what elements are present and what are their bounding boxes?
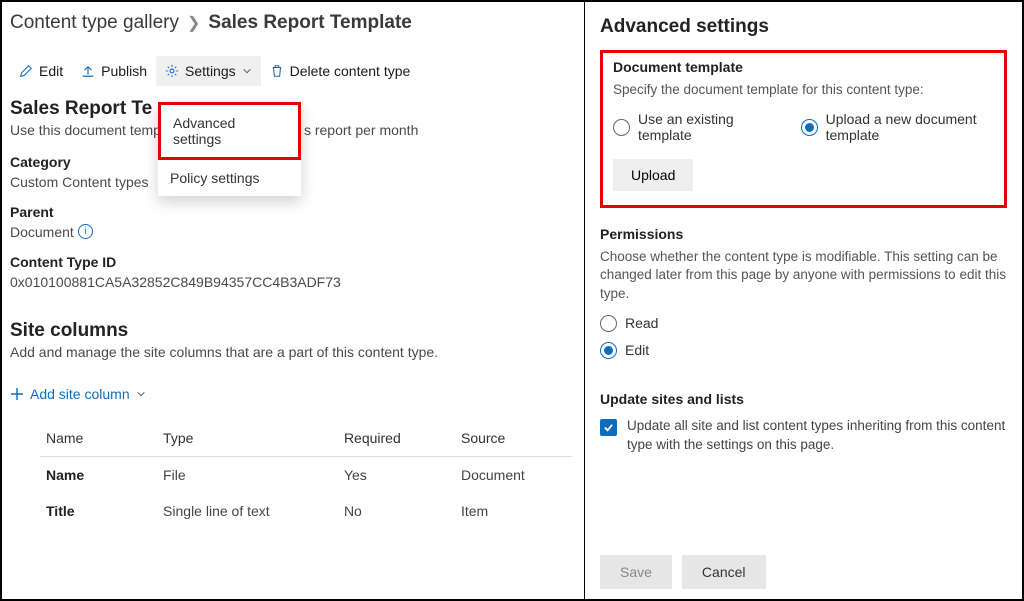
checkbox-update-sites[interactable]: Update all site and list content types i… xyxy=(600,417,1007,455)
radio-read[interactable]: Read xyxy=(600,315,1007,332)
menu-policy-settings[interactable]: Policy settings xyxy=(158,160,301,196)
publish-icon xyxy=(81,64,95,78)
breadcrumb-parent[interactable]: Content type gallery xyxy=(10,12,179,34)
col-name[interactable]: Name xyxy=(40,420,157,457)
breadcrumb-current: Sales Report Template xyxy=(208,12,411,34)
parent-label: Parent xyxy=(10,204,576,220)
publish-button[interactable]: Publish xyxy=(72,56,156,86)
permissions-section: Permissions Choose whether the content t… xyxy=(600,226,1007,369)
col-source[interactable]: Source xyxy=(455,420,572,457)
chevron-down-icon xyxy=(242,66,252,76)
checkmark-icon xyxy=(600,419,617,436)
radio-icon xyxy=(801,119,818,136)
add-site-column-button[interactable]: Add site column xyxy=(10,380,576,408)
chevron-right-icon: ❯ xyxy=(187,13,200,33)
col-type[interactable]: Type xyxy=(157,420,338,457)
edit-icon xyxy=(19,64,33,78)
delete-button[interactable]: Delete content type xyxy=(261,56,420,86)
permissions-heading: Permissions xyxy=(600,226,1007,242)
gear-icon xyxy=(165,64,179,78)
table-row[interactable]: Name File Yes Document xyxy=(40,457,572,494)
site-columns-desc: Add and manage the site columns that are… xyxy=(10,344,576,360)
update-heading: Update sites and lists xyxy=(600,391,1007,407)
save-button[interactable]: Save xyxy=(600,555,672,589)
doc-template-desc: Specify the document template for this c… xyxy=(613,81,994,99)
radio-upload-template[interactable]: Upload a new document template xyxy=(801,111,994,143)
cancel-button[interactable]: Cancel xyxy=(682,555,766,589)
ctid-value: 0x010100881CA5A32852C849B94357CC4B3ADF73 xyxy=(10,274,576,290)
command-bar: Edit Publish Settings Delete content typ… xyxy=(10,56,576,86)
update-section: Update sites and lists Update all site a… xyxy=(600,391,1007,455)
panel-title: Advanced settings xyxy=(600,16,1007,38)
menu-advanced-settings[interactable]: Advanced settings xyxy=(158,102,301,160)
document-template-section: Document template Specify the document t… xyxy=(600,50,1007,208)
radio-icon xyxy=(613,119,630,136)
parent-value: Documenti xyxy=(10,224,576,240)
upload-button[interactable]: Upload xyxy=(613,159,693,191)
doc-template-heading: Document template xyxy=(613,59,994,75)
radio-icon xyxy=(600,315,617,332)
radio-icon xyxy=(600,342,617,359)
col-required[interactable]: Required xyxy=(338,420,455,457)
settings-dropdown: Advanced settings Policy settings xyxy=(158,102,301,196)
main-panel: Content type gallery ❯ Sales Report Temp… xyxy=(2,2,584,599)
side-panel: Advanced settings Document template Spec… xyxy=(584,2,1022,599)
delete-icon xyxy=(270,64,284,78)
settings-button[interactable]: Settings xyxy=(156,56,261,86)
edit-button[interactable]: Edit xyxy=(10,56,72,86)
ctid-label: Content Type ID xyxy=(10,254,576,270)
chevron-down-icon xyxy=(136,389,146,399)
info-icon[interactable]: i xyxy=(78,224,93,239)
radio-edit[interactable]: Edit xyxy=(600,342,1007,359)
breadcrumb: Content type gallery ❯ Sales Report Temp… xyxy=(10,12,576,34)
permissions-desc: Choose whether the content type is modif… xyxy=(600,248,1007,303)
panel-footer: Save Cancel xyxy=(600,555,1007,593)
site-columns-table: Name Type Required Source Name File Yes … xyxy=(40,420,572,529)
radio-existing-template[interactable]: Use an existing template xyxy=(613,111,761,143)
site-columns-title: Site columns xyxy=(10,320,576,342)
table-row[interactable]: Title Single line of text No Item xyxy=(40,493,572,529)
plus-icon xyxy=(10,387,24,401)
